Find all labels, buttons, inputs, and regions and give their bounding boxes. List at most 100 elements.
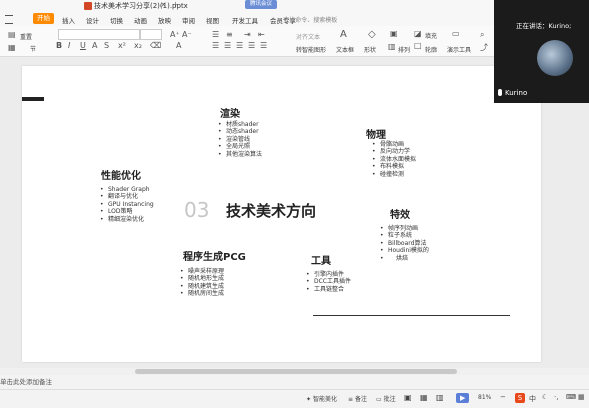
slide-accent-bar <box>22 97 44 101</box>
section-list-pcg: 噪声采样原理 随机地形生成 随机建筑生成 随机房间生成 <box>180 268 224 298</box>
underline-icon[interactable]: U <box>80 41 86 50</box>
arrange-button[interactable]: 排列 <box>398 45 410 54</box>
textbox-icon[interactable]: A <box>340 29 347 40</box>
align-left-icon[interactable]: ☰ <box>212 41 219 50</box>
text-shadow-icon[interactable]: A <box>176 41 181 50</box>
list-item: 烘焙 <box>380 255 429 263</box>
bullet-list-icon[interactable]: ☰ <box>212 30 219 39</box>
ime-logo-icon[interactable]: S <box>515 393 525 403</box>
slideshow-play-button[interactable]: ▶ <box>456 393 469 403</box>
menu-developer[interactable]: 开发工具 <box>232 15 258 25</box>
layout-icon[interactable]: ▦ <box>8 43 16 52</box>
section-list-rendering: 材质shader 动态shader 渲染管线 全局光照 其他渲染算法 <box>218 121 262 158</box>
list-item: 工具链整合 <box>306 286 351 294</box>
section-title-rendering: 渲染 <box>220 109 240 120</box>
ime-punct-icon[interactable]: ·, <box>554 393 558 401</box>
smart-beautify-label: 智能美化 <box>312 396 337 403</box>
new-slide-icon[interactable]: ▤ <box>8 30 16 39</box>
shape-button[interactable]: 形状 <box>364 45 376 54</box>
arrange-icon[interactable]: ▥ <box>388 42 396 51</box>
shape-icon[interactable]: ◇ <box>368 29 376 40</box>
font-size-select[interactable] <box>140 29 162 40</box>
section-list-physics: 骨骼动画 反向动力学 流体水面模拟 布料模拟 碰撞检测 <box>372 141 416 178</box>
text-align-button[interactable]: 对齐文本 <box>296 32 320 41</box>
scrollbar-thumb[interactable] <box>135 369 457 374</box>
menu-insert[interactable]: 插入 <box>62 15 75 25</box>
slide-sorter-icon[interactable]: ▦ <box>420 393 428 402</box>
menu-design[interactable]: 设计 <box>86 15 99 25</box>
reset-button[interactable]: 重置 <box>20 32 32 41</box>
font-grow-icon[interactable]: A⁺ <box>170 30 180 39</box>
close-tab-icon[interactable]: × <box>160 0 167 9</box>
notes-toggle-label: 备注 <box>354 396 367 403</box>
menu-transition[interactable]: 切换 <box>110 15 123 25</box>
zoom-out-icon[interactable]: − <box>500 393 506 401</box>
menu-view[interactable]: 视图 <box>206 15 219 25</box>
presenter-tools-icon[interactable]: ▭ <box>452 29 460 38</box>
hamburger-menu-icon[interactable] <box>5 15 13 24</box>
ime-language[interactable]: 中 <box>529 394 536 404</box>
comments-toggle-button[interactable]: ▭ 批注 <box>376 394 396 403</box>
zoom-level[interactable]: 81% <box>478 394 491 401</box>
find-replace-icon[interactable]: ⌕ <box>480 30 484 40</box>
list-item: 全局光照 <box>218 143 262 151</box>
list-item: 碰撞检测 <box>372 171 416 179</box>
ime-keyboard-icon[interactable]: ⌨ <box>566 393 576 401</box>
list-item: 反向动力学 <box>372 148 416 156</box>
clear-format-icon[interactable]: ⌫ <box>150 41 161 50</box>
smart-beautify-button[interactable]: ✦ 智能美化 <box>306 394 337 403</box>
comments-toggle-label: 批注 <box>383 396 396 403</box>
font-name-select[interactable] <box>58 29 140 40</box>
convert-smartart-button[interactable]: 转智能图形 <box>296 45 326 54</box>
notes-input[interactable]: 单击此处添加备注 <box>0 376 52 386</box>
font-shrink-icon[interactable]: A⁻ <box>182 30 192 39</box>
select-icon[interactable]: ⤴ <box>480 42 488 53</box>
bold-icon[interactable]: B <box>56 41 62 50</box>
align-right-icon[interactable]: ☰ <box>236 41 243 50</box>
font-color-icon[interactable]: A <box>92 41 97 50</box>
list-item: 精细渲染优化 <box>100 216 154 224</box>
justify-icon[interactable]: ☰ <box>248 41 255 50</box>
outline-button[interactable]: 轮廓 <box>425 45 437 54</box>
numbered-list-icon[interactable]: ≡ <box>226 30 233 39</box>
normal-view-icon[interactable]: ▣ <box>404 393 412 402</box>
command-search-input[interactable]: ⌕ 查找命令、搜索模板 <box>278 15 337 25</box>
list-item: 随机房间生成 <box>180 290 224 298</box>
meeting-badge[interactable]: 腾讯会议 <box>245 0 278 9</box>
list-item: 其他渲染算法 <box>218 151 262 159</box>
outdent-icon[interactable]: ⇤ <box>258 30 265 39</box>
presenter-tools-button[interactable]: 演示工具 <box>447 45 471 54</box>
list-item: DCC工具插件 <box>306 278 351 286</box>
section-button[interactable]: 节 <box>30 44 36 53</box>
strikethrough-icon[interactable]: S <box>104 41 109 50</box>
indent-icon[interactable]: ⇥ <box>244 30 251 39</box>
section-title-pcg: 程序生成PCG <box>183 252 246 263</box>
outline-icon[interactable]: □ <box>414 41 422 50</box>
play-icon: ▶ <box>460 394 466 402</box>
list-item: 粒子系统 <box>380 232 429 240</box>
textbox-button[interactable]: 文本框 <box>336 45 354 54</box>
italic-icon[interactable]: I <box>68 41 70 50</box>
fill-icon[interactable]: ◪ <box>414 29 422 38</box>
microphone-icon <box>498 89 502 96</box>
notes-toggle-button[interactable]: ≡ 备注 <box>348 394 367 403</box>
search-placeholder: 查找命令、搜索模板 <box>283 17 338 24</box>
menu-slideshow[interactable]: 放映 <box>158 15 171 25</box>
add-tab-icon[interactable]: + <box>172 0 179 9</box>
ime-grid-icon[interactable]: ▦ <box>578 393 585 401</box>
align-center-icon[interactable]: ☰ <box>224 41 231 50</box>
distribute-icon[interactable]: ☰ <box>260 41 267 50</box>
participant-name: Kurino <box>505 89 528 97</box>
ime-moon-icon[interactable]: ☾ <box>542 393 548 401</box>
menu-animation[interactable]: 动画 <box>134 15 147 25</box>
menu-home-tab[interactable]: 开始 <box>33 13 54 24</box>
style-icon[interactable]: ▣ <box>390 29 398 38</box>
slide-section-number: 03 <box>184 198 210 222</box>
superscript-icon[interactable]: x² <box>118 41 126 50</box>
pptx-file-icon <box>84 2 92 10</box>
section-title-tools: 工具 <box>311 256 331 267</box>
menu-review[interactable]: 审阅 <box>182 15 195 25</box>
subscript-icon[interactable]: x₂ <box>134 41 142 50</box>
reading-view-icon[interactable]: ▥ <box>436 393 444 402</box>
fill-button[interactable]: 填充 <box>425 31 437 40</box>
